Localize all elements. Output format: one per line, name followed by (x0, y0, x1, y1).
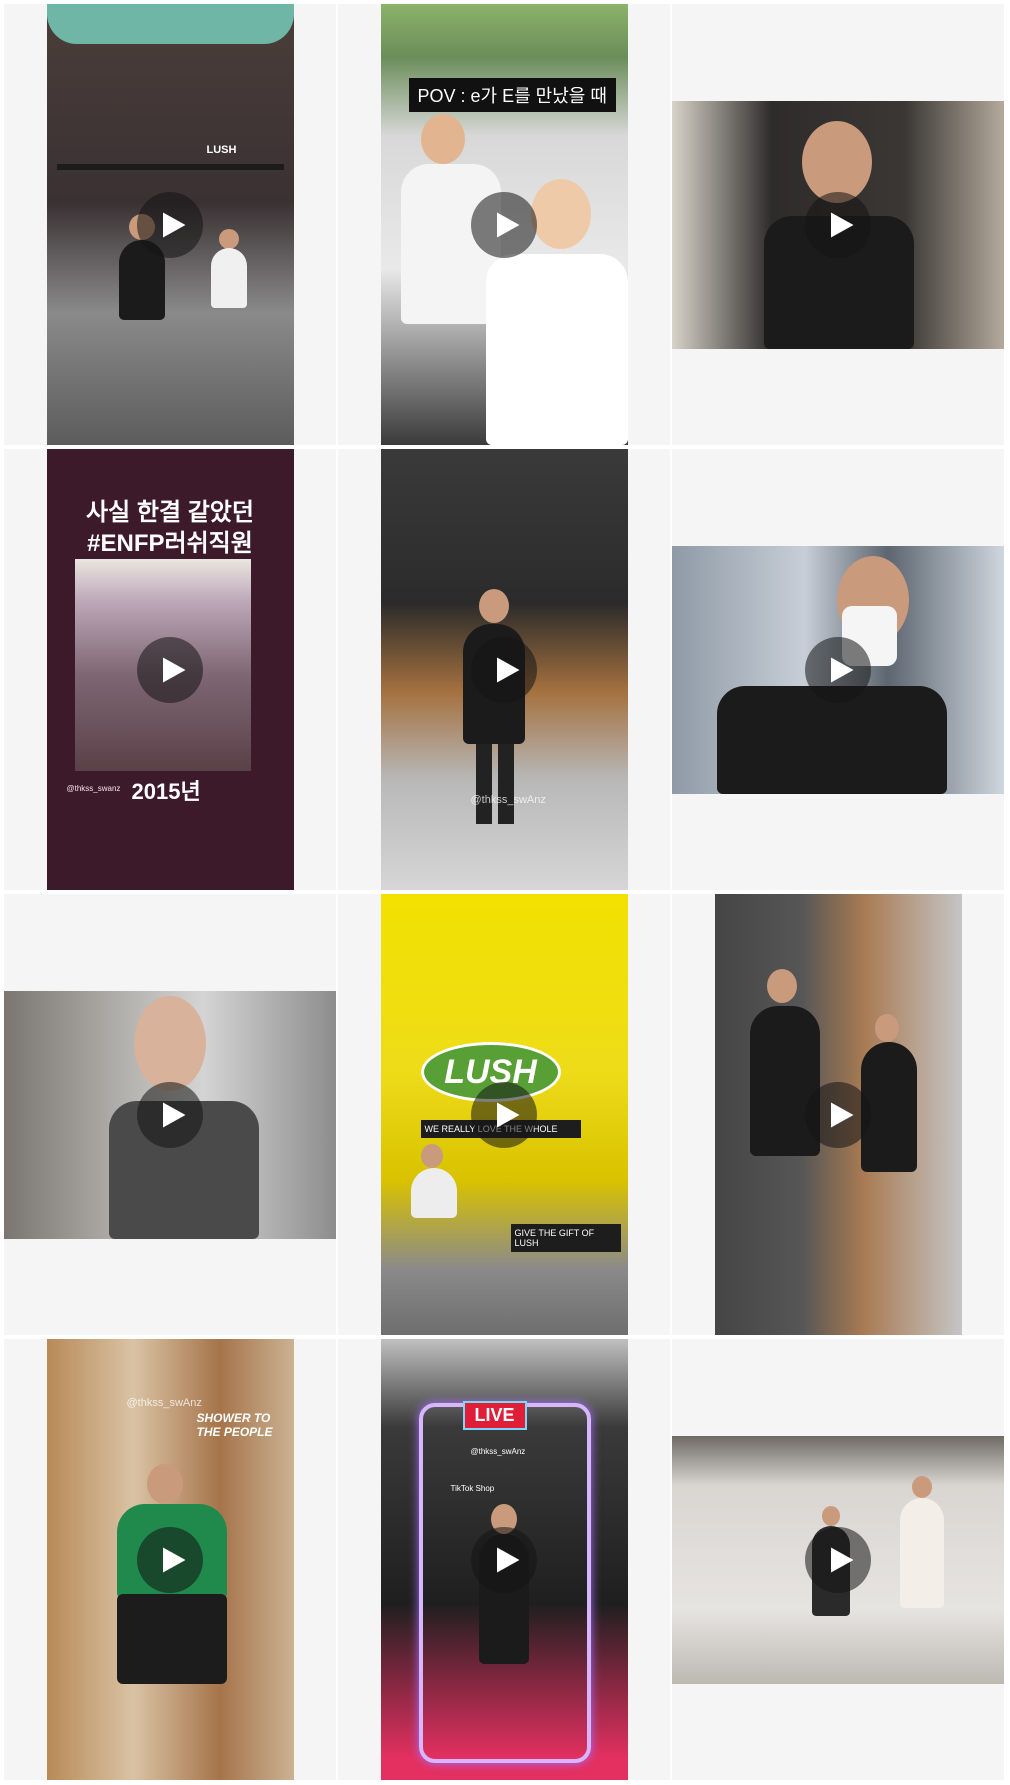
video-thumbnail (672, 100, 1004, 349)
store-sign: LUSH (206, 144, 237, 156)
video-thumbnail: POV : e가 E를 만났을 때 (380, 4, 628, 445)
poster-handle: @thkss_swanz (66, 784, 121, 793)
play-button[interactable] (471, 1526, 537, 1593)
video-tile[interactable]: 사실 한결 같았던 #ENFP러쉬직원 @thkss_swanz 2015년 (4, 449, 336, 890)
live-badge: LIVE (462, 1401, 527, 1430)
video-thumbnail: SHOWER TO THE PEOPLE @thkss_swAnz (46, 1339, 294, 1780)
play-icon (162, 212, 185, 237)
video-watermark: @thkss_swAnz (470, 794, 546, 806)
play-button[interactable] (805, 191, 871, 258)
play-button[interactable] (471, 1081, 537, 1148)
poster-title: 사실 한결 같았던 #ENFP러쉬직원 (47, 497, 294, 559)
video-thumbnail (672, 545, 1004, 794)
poster-year: 2015년 (131, 779, 201, 804)
play-button[interactable] (137, 191, 203, 258)
play-button[interactable] (137, 1081, 203, 1148)
video-thumbnail (4, 990, 336, 1239)
play-button[interactable] (471, 191, 537, 258)
play-icon (496, 212, 519, 237)
play-icon (830, 1547, 853, 1572)
play-icon (830, 1102, 853, 1127)
video-thumbnail (672, 1435, 1004, 1684)
play-icon (496, 1547, 519, 1572)
play-icon (496, 657, 519, 682)
play-icon (162, 1547, 185, 1572)
play-button[interactable] (805, 1081, 871, 1148)
video-tile[interactable]: @thkss_swAnz (338, 449, 670, 890)
poster-title-line: #ENFP러쉬직원 (87, 530, 253, 558)
video-grid: LUSH POV : e가 E를 만났을 때 사실 한결 같았던 #ENFP러쉬… (4, 4, 1004, 1780)
play-button[interactable] (137, 1526, 203, 1593)
store-sign: SHOWER TO THE PEOPLE (196, 1411, 273, 1439)
chalkboard-bottom: GIVE THE GIFT OF LUSH (510, 1224, 621, 1252)
video-watermark: @thkss_swAnz (470, 1447, 526, 1456)
video-thumbnail: @thkss_swAnz (380, 449, 628, 890)
video-tile[interactable] (4, 894, 336, 1335)
video-watermark: @thkss_swAnz (126, 1397, 202, 1409)
play-button[interactable] (471, 636, 537, 703)
video-tile[interactable]: LUSH WE REALLY LOVE THE WHOLE GIVE THE G… (338, 894, 670, 1335)
video-tile[interactable]: SHOWER TO THE PEOPLE @thkss_swAnz (4, 1339, 336, 1780)
video-tile[interactable]: POV : e가 E를 만났을 때 (338, 4, 670, 445)
play-icon (830, 657, 853, 682)
video-tile[interactable]: LIVE @thkss_swAnz TikTok Shop (338, 1339, 670, 1780)
play-button[interactable] (137, 636, 203, 703)
video-thumbnail (714, 894, 962, 1335)
video-thumbnail: LIVE @thkss_swAnz TikTok Shop (380, 1339, 628, 1780)
video-tile[interactable] (672, 449, 1004, 890)
play-icon (830, 212, 853, 237)
play-button[interactable] (805, 1526, 871, 1593)
video-tile[interactable] (672, 894, 1004, 1335)
video-tile[interactable]: LUSH (4, 4, 336, 445)
play-button[interactable] (805, 636, 871, 703)
video-thumbnail: LUSH (46, 4, 294, 445)
play-icon (162, 657, 185, 682)
shop-label: TikTok Shop (450, 1484, 495, 1493)
poster-title-line: 사실 한결 같았던 (86, 499, 254, 526)
play-icon (162, 1102, 185, 1127)
video-tile[interactable] (672, 4, 1004, 445)
video-thumbnail: 사실 한결 같았던 #ENFP러쉬직원 @thkss_swanz 2015년 (46, 449, 294, 890)
play-icon (496, 1102, 519, 1127)
video-tile[interactable] (672, 1339, 1004, 1780)
video-thumbnail: LUSH WE REALLY LOVE THE WHOLE GIVE THE G… (380, 894, 628, 1335)
video-caption: POV : e가 E를 만났을 때 (408, 78, 616, 112)
